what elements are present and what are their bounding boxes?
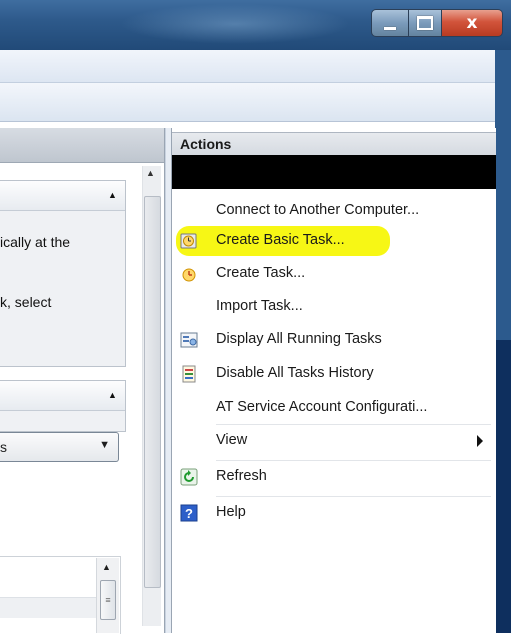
frame-band [495,340,511,633]
action-connect-to-another-computer[interactable]: Connect to Another Computer... [172,196,496,226]
refresh-icon [180,468,198,486]
action-label: AT Service Account Configurati... [216,399,428,415]
create-basic-task-icon [180,232,198,250]
action-label: View [216,432,248,448]
action-disable-all-tasks-history[interactable]: Disable All Tasks History [172,359,496,389]
maximize-button[interactable] [409,9,442,37]
overview-section: ▲ ically at the k, select [0,180,126,367]
center-pane-header [0,128,164,163]
maximize-icon [417,16,433,30]
action-display-all-running-tasks[interactable]: Display All Running Tasks [172,325,496,355]
action-import-task[interactable]: Import Task... [172,292,496,322]
status-section-header[interactable]: ▲ [0,381,125,411]
separator [216,460,491,461]
action-help[interactable]: ? Help [172,498,496,528]
create-task-icon [180,265,198,283]
action-label: Refresh [216,468,267,484]
action-label: Create Task... [216,265,306,281]
menu-bar [0,50,495,83]
separator [216,496,491,497]
running-tasks-icon [180,331,198,349]
toolbar [0,83,495,122]
status-dropdown-value: s [0,439,7,455]
collapse-arrow-icon[interactable]: ▲ [106,188,119,201]
action-create-task[interactable]: Create Task... [172,259,496,289]
actions-pane: Actions Connect to Another Computer... C… [171,128,496,633]
center-pane: ▲ ically at the k, select ▲ s ▼ ▲ ≡ ▲ [0,128,165,634]
title-bar-glow [120,4,350,44]
action-create-basic-task[interactable]: Create Basic Task... [172,226,496,256]
action-view[interactable]: View [172,426,496,456]
scroll-up-icon[interactable]: ▲ [146,168,155,178]
minimize-icon [384,26,396,30]
collapse-arrow-icon[interactable]: ▲ [106,388,119,401]
action-label: Import Task... [216,298,303,314]
list-row[interactable] [0,597,96,618]
window-right-frame [495,50,511,633]
scroll-thumb[interactable] [144,196,161,588]
list-scrollbar[interactable]: ▲ ≡ [96,558,119,633]
minimize-button[interactable] [371,9,409,37]
scroll-up-icon[interactable]: ▲ [102,562,111,572]
status-dropdown[interactable]: s ▼ [0,432,119,462]
overview-text-line-2: k, select [0,294,52,310]
submenu-arrow-icon [477,435,483,447]
action-label: Connect to Another Computer... [216,202,420,218]
action-label: Help [216,504,246,520]
tasks-history-icon [180,365,198,383]
separator [216,424,491,425]
overview-text-line-1: ically at the [0,234,71,250]
dropdown-arrow-icon: ▼ [99,439,110,451]
window-title-bar[interactable]: x [0,0,511,50]
actions-title: Actions [180,136,232,152]
close-icon: x [466,13,478,33]
status-section: ▲ [0,380,126,432]
action-refresh[interactable]: Refresh [172,462,496,492]
action-label: Display All Running Tasks [216,331,382,347]
overview-section-header[interactable]: ▲ [0,181,125,211]
actions-group-header [172,155,496,189]
svg-text:?: ? [185,506,193,521]
center-pane-scrollbar[interactable]: ▲ [142,166,161,626]
action-at-service-account-configuration[interactable]: AT Service Account Configurati... [172,393,496,423]
action-label: Disable All Tasks History [216,365,374,381]
close-button[interactable]: x [442,9,503,37]
caption-buttons: x [371,9,503,37]
scroll-thumb[interactable]: ≡ [100,580,116,620]
action-label: Create Basic Task... [216,232,345,248]
help-icon: ? [180,504,198,522]
actions-pane-header: Actions [172,132,496,156]
